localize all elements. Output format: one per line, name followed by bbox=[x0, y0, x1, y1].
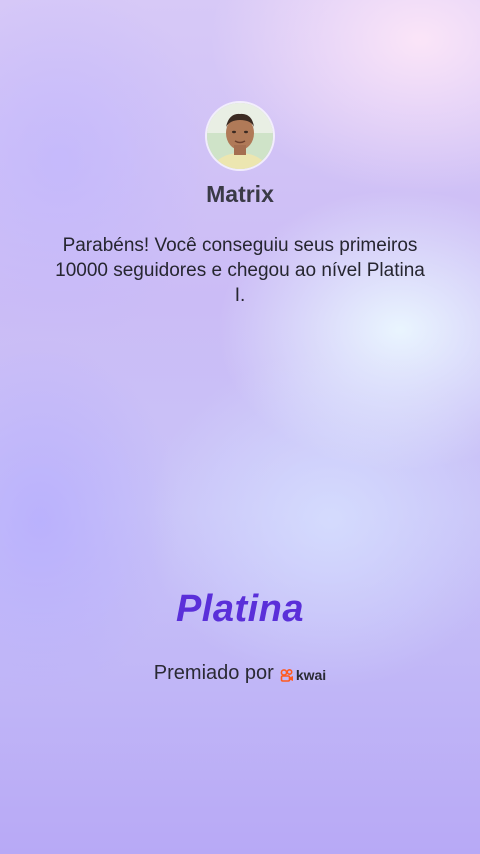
avatar-image bbox=[207, 103, 273, 169]
sponsor-prefix: Premiado por bbox=[153, 662, 274, 684]
kwai-logo-icon bbox=[280, 668, 293, 682]
sponsor-line: Premiado por kwai bbox=[0, 662, 480, 685]
congratulation-message: Parabéns! Você conseguiu seus primeiros … bbox=[55, 235, 425, 306]
tier-title: Platina bbox=[175, 588, 305, 630]
avatar[interactable] bbox=[207, 103, 273, 169]
brand-name: kwai bbox=[295, 666, 327, 683]
profile-name: Matrix bbox=[206, 181, 274, 207]
sponsor-brand[interactable]: kwai bbox=[280, 667, 326, 683]
